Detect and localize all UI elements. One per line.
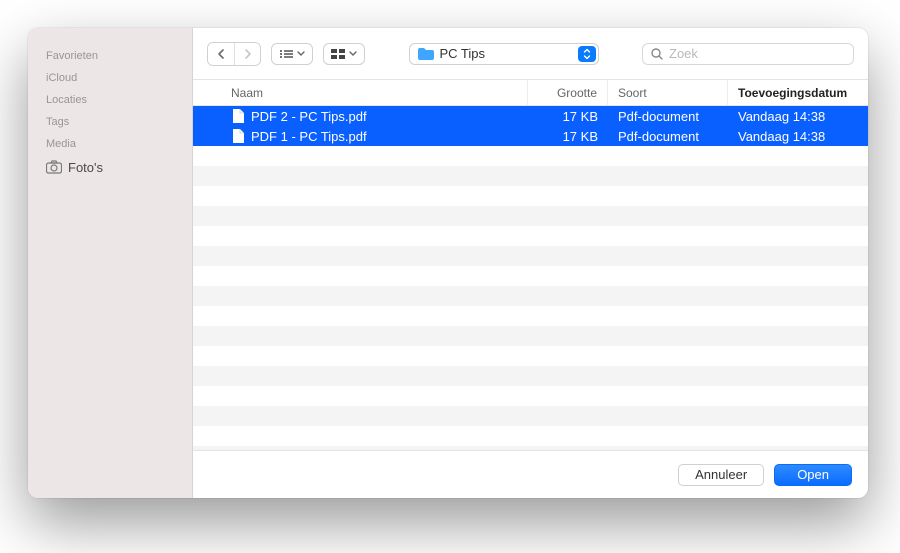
table-header: Naam Grootte Soort Toevoegingsdatum bbox=[193, 80, 868, 106]
file-date: Vandaag 14:38 bbox=[728, 129, 868, 144]
sidebar-section-tags: Tags bbox=[28, 112, 192, 134]
file-size: 17 KB bbox=[528, 109, 608, 124]
file-name: PDF 2 - PC Tips.pdf bbox=[251, 109, 367, 124]
search-input[interactable] bbox=[669, 46, 845, 61]
table-row[interactable]: PDF 1 - PC Tips.pdf 17 KB Pdf-document V… bbox=[193, 126, 868, 146]
open-dialog: Favorieten iCloud Locaties Tags Media Fo… bbox=[28, 28, 868, 498]
column-name[interactable]: Naam bbox=[221, 80, 528, 105]
file-icon bbox=[231, 129, 245, 143]
list-icon bbox=[279, 49, 293, 59]
file-list[interactable]: PDF 2 - PC Tips.pdf 17 KB Pdf-document V… bbox=[193, 106, 868, 450]
file-kind: Pdf-document bbox=[608, 109, 728, 124]
chevron-down-icon bbox=[349, 51, 357, 57]
main-area: PC Tips Naam Grootte Soort Toevoegingsda… bbox=[193, 28, 868, 498]
sidebar: Favorieten iCloud Locaties Tags Media Fo… bbox=[28, 28, 193, 498]
sidebar-section-favorites: Favorieten bbox=[28, 46, 192, 68]
sidebar-item-photos[interactable]: Foto's bbox=[28, 156, 192, 178]
sidebar-section-icloud: iCloud bbox=[28, 68, 192, 90]
column-date[interactable]: Toevoegingsdatum bbox=[728, 80, 868, 105]
cancel-button[interactable]: Annuleer bbox=[678, 464, 764, 486]
column-kind[interactable]: Soort bbox=[608, 80, 728, 105]
sidebar-section-media: Media bbox=[28, 134, 192, 156]
path-label: PC Tips bbox=[440, 46, 486, 61]
file-icon bbox=[231, 109, 245, 123]
camera-icon bbox=[46, 159, 62, 175]
file-name: PDF 1 - PC Tips.pdf bbox=[251, 129, 367, 144]
search-icon bbox=[651, 48, 663, 60]
column-size[interactable]: Grootte bbox=[528, 80, 608, 105]
group-mode-button[interactable] bbox=[323, 43, 365, 65]
forward-button[interactable] bbox=[234, 43, 260, 65]
sidebar-section-locations: Locaties bbox=[28, 90, 192, 112]
up-down-icon bbox=[578, 46, 596, 62]
file-date: Vandaag 14:38 bbox=[728, 109, 868, 124]
open-button[interactable]: Open bbox=[774, 464, 852, 486]
nav-buttons bbox=[207, 42, 261, 66]
file-kind: Pdf-document bbox=[608, 129, 728, 144]
folder-icon bbox=[418, 48, 434, 60]
back-button[interactable] bbox=[208, 43, 234, 65]
search-field[interactable] bbox=[642, 43, 854, 65]
sidebar-item-label: Foto's bbox=[68, 160, 103, 175]
dialog-footer: Annuleer Open bbox=[193, 450, 868, 498]
toolbar: PC Tips bbox=[193, 28, 868, 80]
file-size: 17 KB bbox=[528, 129, 608, 144]
table-row[interactable]: PDF 2 - PC Tips.pdf 17 KB Pdf-document V… bbox=[193, 106, 868, 126]
view-mode-list-button[interactable] bbox=[271, 43, 313, 65]
grid-icon bbox=[331, 49, 345, 59]
chevron-down-icon bbox=[297, 51, 305, 57]
path-dropdown[interactable]: PC Tips bbox=[409, 43, 599, 65]
